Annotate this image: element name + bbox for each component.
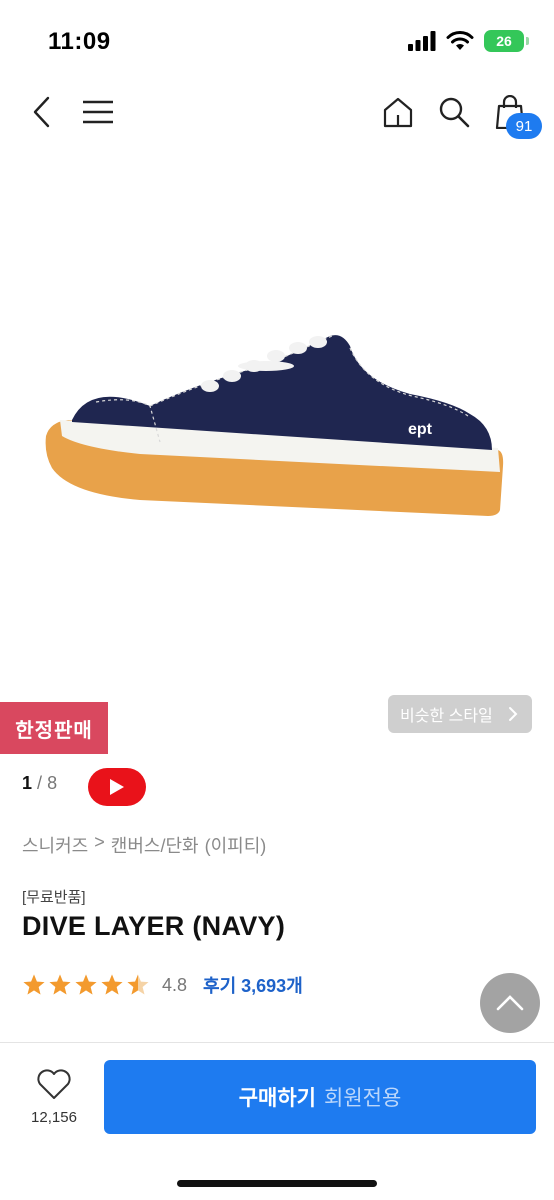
star-icon: [49, 974, 71, 995]
review-count-link[interactable]: 후기 3,693개: [203, 972, 303, 998]
similar-style-label: 비슷한 스타일: [400, 708, 493, 725]
product-image[interactable]: ept: [0, 150, 554, 690]
chevron-right-icon: [509, 707, 518, 721]
chevron-up-icon: [496, 995, 524, 1011]
star-icon: [101, 974, 123, 995]
play-icon: [110, 779, 124, 795]
heart-icon: [37, 1069, 71, 1099]
like-count: 12,156: [31, 1109, 77, 1126]
search-button[interactable]: [434, 92, 474, 132]
similar-style-button[interactable]: 비슷한 스타일: [388, 695, 532, 733]
home-icon: [383, 97, 413, 128]
breadcrumb-canvas[interactable]: 캔버스/단화: [111, 832, 199, 858]
product-title: DIVE LAYER (NAVY): [22, 911, 286, 941]
pager-separator: /: [37, 773, 43, 793]
battery-level: 26: [496, 33, 512, 49]
star-icon: [127, 974, 149, 995]
pager-current: 1: [22, 773, 33, 793]
category-breadcrumb: 스니커즈 > 캔버스/단화 (이피티): [22, 832, 266, 858]
home-indicator: [177, 1180, 377, 1187]
breadcrumb-separator: >: [94, 832, 105, 852]
members-only-label: 회원전용: [324, 1087, 402, 1110]
chevron-left-icon: [33, 96, 50, 128]
limited-sale-badge: 한정판매: [0, 702, 108, 754]
status-time: 11:09: [48, 28, 111, 55]
buy-label: 구매하기: [238, 1087, 316, 1110]
cart-count-badge: 91: [506, 113, 542, 139]
pager-total: 8: [47, 773, 58, 793]
home-button[interactable]: [378, 92, 418, 132]
top-navigation: 91: [0, 80, 554, 142]
rating-row: 4.8 후기 3,693개: [22, 972, 303, 998]
status-icons: 26: [408, 30, 529, 52]
like-button[interactable]: 12,156: [18, 1068, 90, 1126]
rating-value: 4.8: [162, 974, 188, 995]
youtube-button[interactable]: [88, 768, 146, 806]
status-bar: 11:09 26: [0, 0, 554, 80]
star-rating: [22, 973, 150, 997]
wifi-icon: [446, 31, 474, 50]
back-button[interactable]: [22, 92, 62, 132]
brand-label: ept: [408, 421, 433, 438]
battery-icon: 26: [484, 30, 529, 52]
cart-button[interactable]: 91: [490, 92, 542, 139]
breadcrumb-sneakers[interactable]: 스니커즈: [22, 832, 88, 858]
breadcrumb-brand[interactable]: (이피티): [205, 832, 267, 858]
signal-icon: [408, 31, 436, 51]
star-icon: [23, 974, 45, 995]
buy-button[interactable]: 구매하기 회원전용: [104, 1060, 536, 1134]
search-icon: [439, 97, 470, 128]
star-icon: [75, 974, 97, 995]
image-pager: 1 / 8: [22, 773, 57, 794]
free-return-tag: [무료반품]: [22, 889, 86, 906]
hamburger-icon: [83, 100, 113, 124]
menu-button[interactable]: [78, 92, 118, 132]
scroll-top-button[interactable]: [480, 973, 540, 1033]
